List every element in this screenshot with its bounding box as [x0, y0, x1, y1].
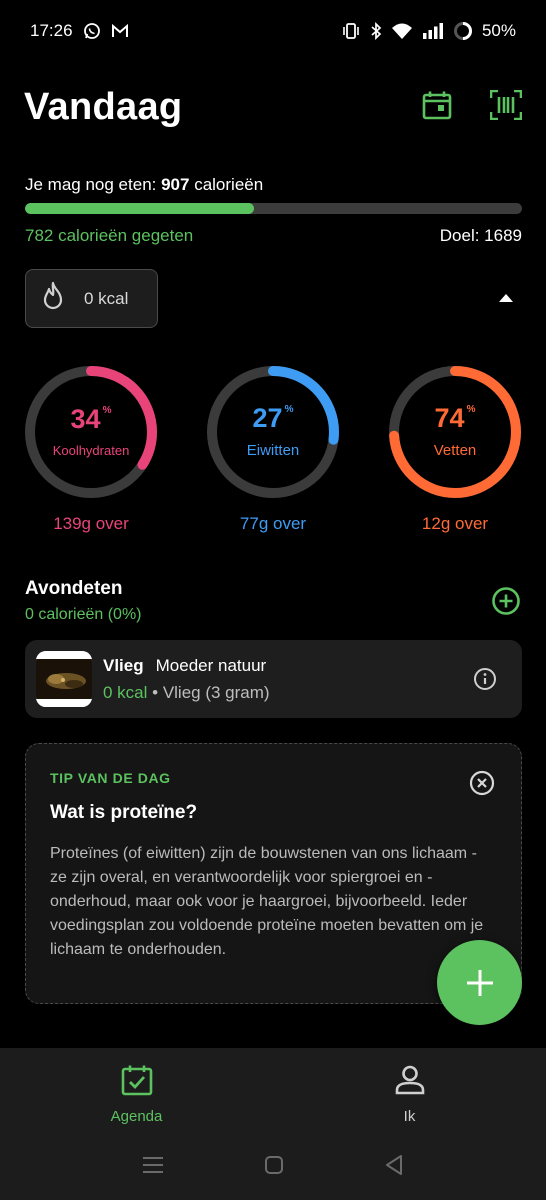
- close-circle-icon: [469, 770, 495, 796]
- goal-calories: Doel: 1689: [439, 226, 522, 245]
- food-name: Vlieg: [103, 655, 144, 675]
- info-icon: [474, 668, 496, 690]
- food-thumbnail: [36, 651, 92, 707]
- status-time: 17:26: [30, 21, 73, 40]
- burned-label: 0 kcal: [84, 288, 129, 308]
- gmail-icon: [111, 23, 129, 39]
- add-floating-button[interactable]: [437, 940, 522, 1025]
- macro-remaining: 12g over: [421, 514, 489, 533]
- macro-name: Vetten: [433, 442, 477, 459]
- collapse-toggle[interactable]: [496, 290, 516, 306]
- battery-ring-icon: [453, 21, 473, 41]
- nav-item-agenda[interactable]: Agenda: [0, 1048, 273, 1134]
- info-button[interactable]: [473, 667, 497, 691]
- whatsapp-icon: [83, 22, 101, 40]
- burned-calories-chip[interactable]: 0 kcal: [25, 269, 158, 328]
- recents-menu-icon[interactable]: [142, 1156, 164, 1179]
- nav-label: Agenda: [110, 1108, 163, 1125]
- flame-icon: [40, 281, 66, 316]
- macro-percent: 27: [252, 403, 283, 433]
- calorie-budget: Je mag nog eten: 907 calorieën 782 calor…: [25, 175, 522, 246]
- macro-name: Koolhydraten: [52, 443, 130, 458]
- macro-remaining: 139g over: [53, 514, 129, 533]
- macro-fat: 74% Vetten 12g over: [387, 364, 523, 534]
- calendar-icon[interactable]: [422, 90, 452, 125]
- plus-icon: [466, 969, 493, 996]
- tip-title: Wat is proteïne?: [50, 802, 198, 823]
- food-portion: • Vlieg (3 gram): [147, 682, 270, 702]
- back-icon[interactable]: [384, 1154, 404, 1181]
- calorie-progress-bar: [25, 203, 522, 214]
- meal-calories: 0 calorieën (0%): [25, 606, 142, 623]
- tip-close-button[interactable]: [469, 770, 495, 796]
- tip-body: Proteïnes (of eiwitten) zijn de bouwsten…: [50, 845, 484, 958]
- status-bar: 17:26 50%: [0, 0, 546, 62]
- wifi-icon: [391, 22, 413, 40]
- eaten-calories: 782 calorieën gegeten: [25, 226, 194, 245]
- food-kcal: 0 kcal: [103, 682, 148, 702]
- barcode-scanner-icon[interactable]: [489, 89, 523, 125]
- system-navigation-bar: [0, 1134, 546, 1200]
- macro-carbs: 34% Koolhydraten 139g over: [23, 364, 159, 534]
- vibrate-icon: [341, 22, 361, 40]
- home-icon[interactable]: [264, 1155, 284, 1180]
- battery-percent: 50%: [481, 21, 516, 40]
- nav-item-profile[interactable]: Ik: [273, 1048, 546, 1134]
- macro-name: Eiwitten: [246, 442, 300, 459]
- tip-label: TIP VAN DE DAG: [50, 770, 171, 786]
- macro-percent: 74: [434, 403, 465, 433]
- bottom-navigation: Agenda Ik: [0, 1048, 546, 1134]
- bluetooth-icon: [370, 22, 382, 40]
- remaining-calories: Je mag nog eten: 907 calorieën: [25, 175, 264, 194]
- plus-circle-icon: [492, 587, 520, 615]
- macro-remaining: 77g over: [239, 514, 307, 533]
- food-item[interactable]: Vlieg Moeder natuur 0 kcal • Vlieg (3 gr…: [25, 640, 522, 718]
- macro-percent: 34: [70, 404, 101, 434]
- meal-section-header: Avondeten 0 calorieën (0%): [25, 578, 521, 628]
- page-header: Vandaag: [24, 82, 523, 132]
- page-title: Vandaag: [24, 85, 183, 128]
- add-food-button[interactable]: [491, 586, 521, 616]
- nav-label: Ik: [403, 1108, 416, 1125]
- calendar-check-icon: [121, 1064, 153, 1100]
- food-brand: Moeder natuur: [155, 655, 267, 675]
- meal-title: Avondeten: [25, 578, 123, 599]
- person-icon: [394, 1064, 426, 1100]
- macro-protein: 27% Eiwitten 77g over: [205, 364, 341, 534]
- calorie-progress-fill: [25, 203, 254, 214]
- remaining-value: 907: [161, 175, 190, 194]
- chevron-up-icon: [496, 293, 516, 310]
- signal-icon: [422, 22, 444, 40]
